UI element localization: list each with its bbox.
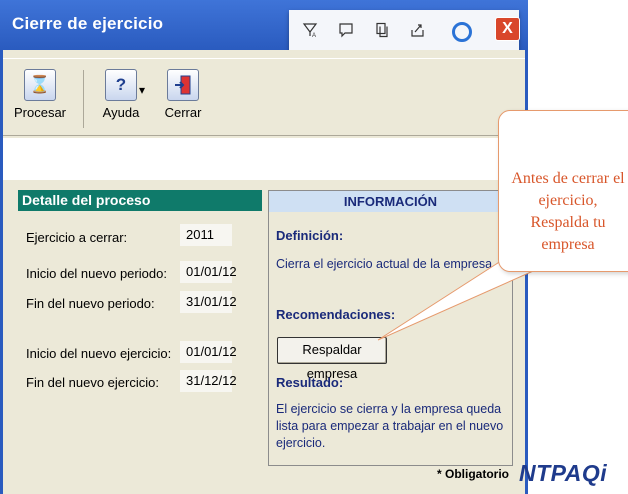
callout-text: Antes de cerrar el ejercicio, Respalda t… xyxy=(511,170,625,253)
